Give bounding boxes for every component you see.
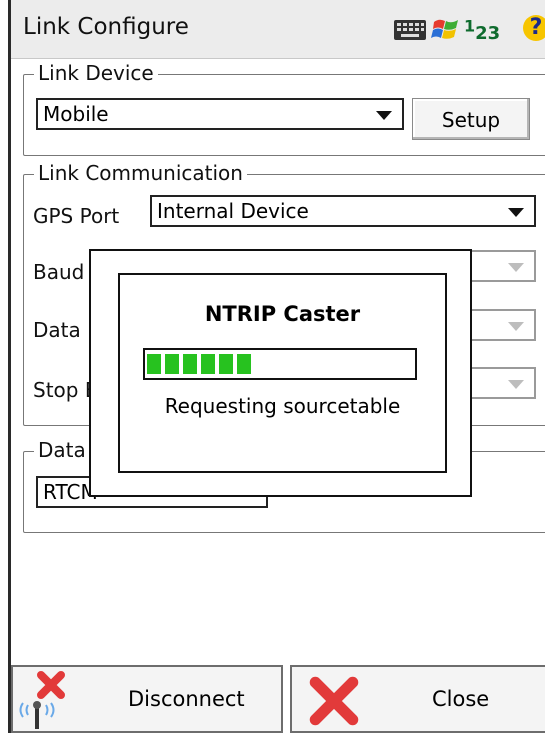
dialog-title: NTRIP Caster xyxy=(204,302,361,326)
chevron-down-icon xyxy=(508,263,524,272)
progress-segment xyxy=(219,354,233,374)
help-icon[interactable]: ? xyxy=(523,15,545,41)
chevron-down-icon xyxy=(508,380,524,389)
link-device-value: Mobile xyxy=(43,102,109,126)
close-label: Close xyxy=(432,687,490,711)
progress-fill xyxy=(147,354,251,374)
chevron-down-icon xyxy=(508,322,524,331)
setup-button-label: Setup xyxy=(441,108,501,132)
dialog-status: Requesting sourcetable xyxy=(164,394,401,418)
close-icon xyxy=(309,676,359,726)
gps-port-label: GPS Port xyxy=(33,204,120,228)
input-mode-icon[interactable]: 123 xyxy=(464,16,500,44)
link-communication-label: Link Communication xyxy=(34,161,247,185)
chevron-down-icon xyxy=(508,208,524,217)
window-title: Link Configure xyxy=(23,14,189,40)
progress-segment xyxy=(201,354,215,374)
link-device-label: Link Device xyxy=(34,61,158,85)
progress-segment xyxy=(237,354,251,374)
windows-flag-icon[interactable] xyxy=(431,14,461,44)
chevron-down-icon xyxy=(376,111,392,120)
gps-port-value: Internal Device xyxy=(157,199,309,223)
input-mode-label: 123 xyxy=(464,16,501,44)
disconnect-button[interactable]: Disconnect xyxy=(11,665,283,733)
disconnect-antenna-icon xyxy=(19,671,65,729)
progress-segment xyxy=(183,354,197,374)
disconnect-label: Disconnect xyxy=(128,687,245,711)
setup-button[interactable]: Setup xyxy=(412,98,530,140)
close-button[interactable]: Close xyxy=(290,665,545,733)
keyboard-icon[interactable] xyxy=(393,19,427,41)
title-bar: Link Configure 123 ? xyxy=(11,0,545,59)
baud-label: Baud xyxy=(33,260,85,284)
progress-segment xyxy=(147,354,161,374)
progress-segment xyxy=(165,354,179,374)
progress-bar xyxy=(143,348,417,380)
link-device-dropdown[interactable]: Mobile xyxy=(36,98,404,130)
gps-port-dropdown[interactable]: Internal Device xyxy=(150,195,536,227)
